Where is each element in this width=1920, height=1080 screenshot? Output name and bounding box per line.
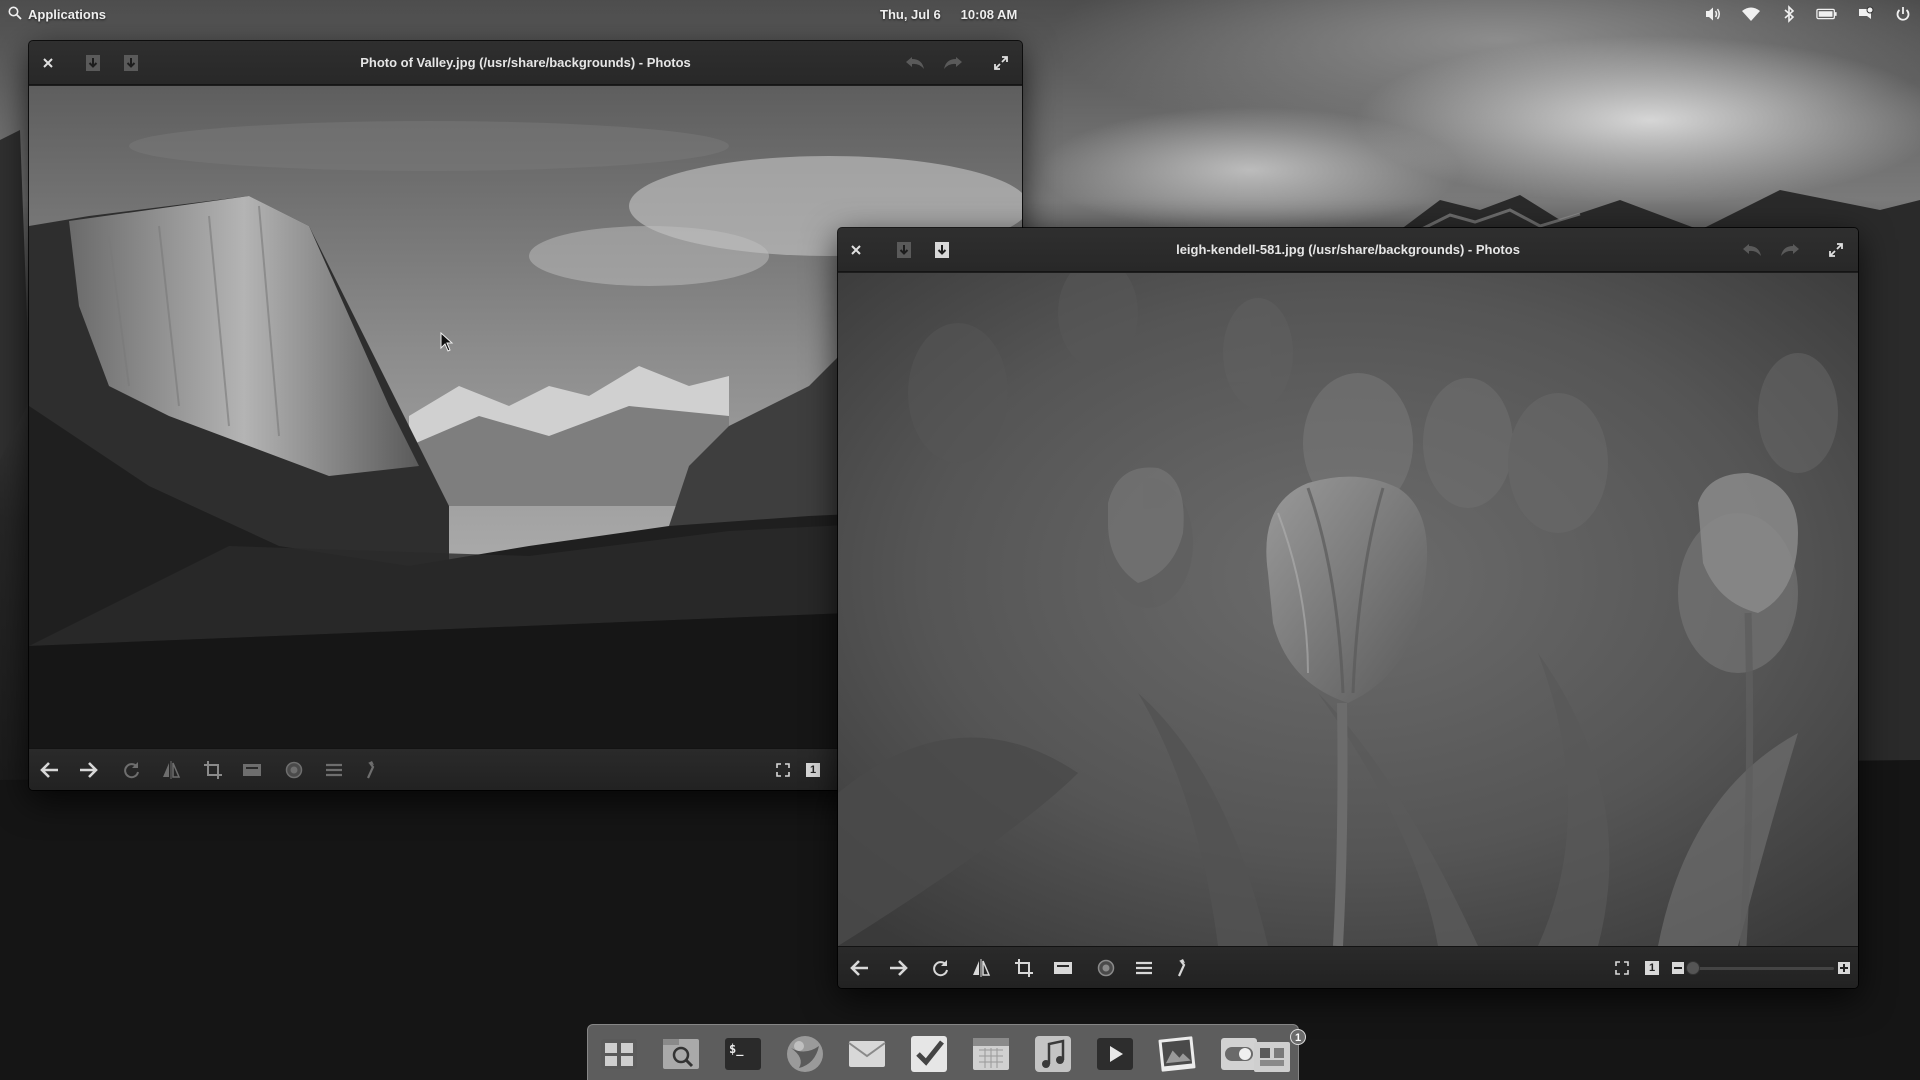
battery-icon[interactable]: [1816, 3, 1838, 25]
bottom-toolbar: 1: [838, 946, 1858, 988]
undo-button[interactable]: [1738, 236, 1766, 264]
adjust-icon[interactable]: [1130, 954, 1158, 982]
search-icon: [8, 6, 22, 23]
enhance-icon[interactable]: [358, 756, 386, 784]
dock-multitasking-view[interactable]: [596, 1031, 642, 1077]
window-title: leigh-kendell-581.jpg (/usr/share/backgr…: [1176, 242, 1520, 257]
top-panel: Applications Thu, Jul 6 10:08 AM: [0, 0, 1920, 28]
photos-window-tulip[interactable]: leigh-kendell-581.jpg (/usr/share/backgr…: [838, 228, 1858, 988]
zoom-slider-track[interactable]: [1694, 967, 1834, 970]
mail-icon: [848, 1041, 886, 1067]
zoom-fit-icon[interactable]: [769, 756, 797, 784]
photos-icon: [1158, 1036, 1196, 1072]
music-icon: [1035, 1036, 1071, 1072]
set-wallpaper-button[interactable]: [117, 49, 145, 77]
notifications-icon[interactable]: [1854, 3, 1876, 25]
power-icon[interactable]: [1892, 3, 1914, 25]
svg-text:$_: $_: [729, 1042, 744, 1057]
zoom-actual-size-button[interactable]: 1: [799, 756, 827, 784]
dock-terminal[interactable]: $_: [720, 1031, 766, 1077]
back-icon[interactable]: [36, 756, 64, 784]
export-button[interactable]: [79, 49, 107, 77]
videos-icon: [1097, 1038, 1133, 1070]
tulip-photo: [838, 273, 1858, 946]
undo-button[interactable]: [901, 49, 929, 77]
photo-viewer-tulip[interactable]: [838, 273, 1858, 946]
zoom-in-button[interactable]: [1830, 954, 1858, 982]
app-center-icon: [1254, 1042, 1290, 1072]
dock-videos[interactable]: [1092, 1031, 1138, 1077]
applications-label: Applications: [28, 6, 107, 22]
crop-icon[interactable]: [1010, 954, 1038, 982]
web-browser-icon: [787, 1036, 823, 1072]
straighten-icon[interactable]: [1049, 954, 1077, 982]
volume-icon[interactable]: [1702, 3, 1724, 25]
redeye-icon[interactable]: [1092, 954, 1120, 982]
tasks-icon: [911, 1036, 947, 1072]
enhance-icon[interactable]: [1169, 954, 1197, 982]
flip-icon[interactable]: [967, 954, 995, 982]
calendar-icon: [973, 1038, 1009, 1070]
dock: $_ 1: [587, 1024, 1306, 1080]
app-center-update-badge: 1: [1290, 1029, 1306, 1045]
fullscreen-button[interactable]: [987, 49, 1015, 77]
applications-menu-button[interactable]: Applications: [8, 0, 106, 28]
redeye-icon[interactable]: [280, 756, 308, 784]
date-text: Thu, Jul 6: [880, 6, 941, 22]
dock-app-center[interactable]: 1: [1254, 1029, 1306, 1077]
rotate-icon[interactable]: [927, 954, 955, 982]
bluetooth-icon[interactable]: [1778, 3, 1800, 25]
fullscreen-button[interactable]: [1822, 236, 1850, 264]
titlebar[interactable]: leigh-kendell-581.jpg (/usr/share/backgr…: [838, 228, 1858, 272]
forward-icon[interactable]: [74, 756, 102, 784]
zoom-slider-handle[interactable]: [1686, 961, 1700, 975]
datetime-indicator[interactable]: Thu, Jul 6 10:08 AM: [880, 0, 1017, 28]
straighten-icon[interactable]: [238, 756, 266, 784]
close-button[interactable]: [842, 236, 870, 264]
close-button[interactable]: [34, 49, 62, 77]
set-wallpaper-button[interactable]: [928, 236, 956, 264]
indicator-area: [1702, 0, 1914, 28]
mouse-cursor-icon: [440, 332, 454, 352]
zoom-actual-size-button[interactable]: 1: [1638, 954, 1666, 982]
files-icon: [663, 1039, 699, 1069]
time-text: 10:08 AM: [960, 6, 1018, 22]
adjust-icon[interactable]: [320, 756, 348, 784]
multitasking-icon: [601, 1039, 637, 1069]
titlebar[interactable]: Photo of Valley.jpg (/usr/share/backgrou…: [29, 41, 1022, 85]
dock-files[interactable]: [658, 1031, 704, 1077]
dock-mail[interactable]: [844, 1031, 890, 1077]
dock-music[interactable]: [1030, 1031, 1076, 1077]
dock-calendar[interactable]: [968, 1031, 1014, 1077]
rotate-icon[interactable]: [118, 756, 146, 784]
dock-photos[interactable]: [1154, 1031, 1200, 1077]
forward-icon[interactable]: [884, 954, 912, 982]
export-button[interactable]: [890, 236, 918, 264]
dock-tasks[interactable]: [906, 1031, 952, 1077]
zoom-actual-size-label: 1: [806, 763, 820, 777]
window-title: Photo of Valley.jpg (/usr/share/backgrou…: [360, 55, 691, 70]
flip-icon[interactable]: [157, 756, 185, 784]
dock-web-browser[interactable]: [782, 1031, 828, 1077]
zoom-actual-size-label: 1: [1645, 961, 1659, 975]
crop-icon[interactable]: [199, 756, 227, 784]
redo-button[interactable]: [939, 49, 967, 77]
back-icon[interactable]: [846, 954, 874, 982]
redo-button[interactable]: [1776, 236, 1804, 264]
terminal-icon: $_: [725, 1038, 761, 1070]
zoom-fit-icon[interactable]: [1608, 954, 1636, 982]
wifi-icon[interactable]: [1740, 3, 1762, 25]
